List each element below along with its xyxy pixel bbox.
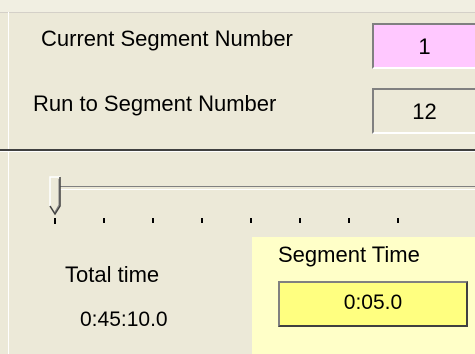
run-to-segment-label: Run to Segment Number xyxy=(33,91,277,116)
current-segment-value: 1 xyxy=(418,34,431,59)
segment-slider-track[interactable] xyxy=(57,186,475,190)
segment-time-value: 0:05.0 xyxy=(343,291,403,314)
total-time-value: 0:45:10.0 xyxy=(80,308,168,331)
slider-tick xyxy=(103,218,105,223)
slider-tick xyxy=(201,218,203,223)
segment-time-field[interactable]: 0:05.0 xyxy=(278,281,468,327)
slider-tick xyxy=(397,218,399,223)
slider-tick xyxy=(348,218,350,223)
dialog-window: Current Segment Number 1 Run to Segment … xyxy=(0,0,475,354)
current-segment-field[interactable]: 1 xyxy=(372,23,475,69)
slider-tick xyxy=(54,218,56,224)
total-time-label: Total time xyxy=(65,262,160,287)
segment-slider-thumb[interactable] xyxy=(49,176,61,216)
segment-time-label: Segment Time xyxy=(278,242,420,267)
slider-tick xyxy=(152,218,154,223)
run-to-segment-value: 12 xyxy=(412,99,437,124)
run-to-segment-field[interactable]: 12 xyxy=(372,88,475,134)
current-segment-label: Current Segment Number xyxy=(41,26,293,51)
slider-tick xyxy=(299,218,301,223)
slider-tick xyxy=(250,218,252,223)
